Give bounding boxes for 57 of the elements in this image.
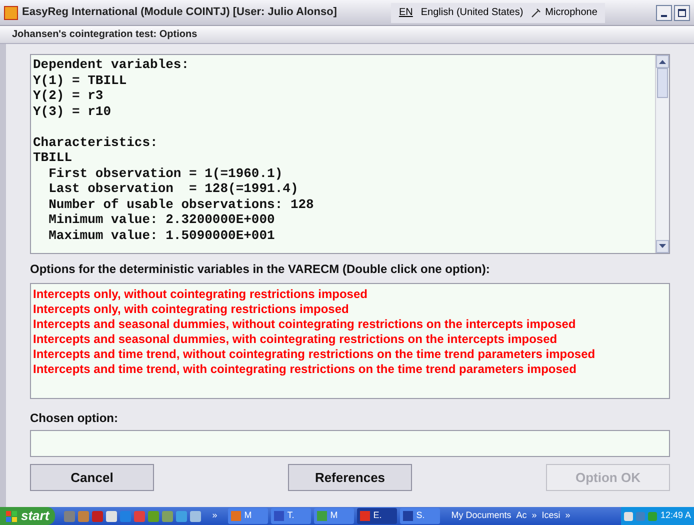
quick-launch-icon[interactable] — [176, 510, 188, 522]
quick-launch-icon[interactable] — [106, 510, 118, 522]
quick-launch-icon[interactable] — [78, 510, 90, 522]
output-line: Dependent variables: — [33, 57, 190, 72]
output-line: Maximum value: 1.5090000E+001 — [48, 228, 276, 243]
output-line: Y(2) = r3 — [33, 88, 104, 104]
taskbar-button[interactable]: T. — [271, 508, 312, 524]
output-line: Characteristics: — [33, 134, 159, 150]
start-button[interactable]: start — [0, 507, 56, 525]
dialog-title: Johansen's cointegration test: Options — [12, 28, 198, 42]
language-name[interactable]: English (United States) — [420, 5, 524, 20]
window-title: EasyReg International (Module COINTJ) [User: Julio Alonso] — [22, 5, 337, 20]
output-line: Y(1) = TBILL — [33, 72, 128, 88]
scroll-down-button[interactable] — [656, 240, 669, 253]
dialog-button[interactable]: References — [288, 464, 412, 491]
output-line: First observation = 1(=1960.1) — [48, 166, 284, 181]
dialog-button[interactable]: Cancel — [30, 464, 154, 491]
microphone-button[interactable]: Microphone — [531, 5, 598, 20]
option-item[interactable]: Intercepts only, with cointegrating restrictions imposed — [33, 302, 667, 317]
chosen-option-field[interactable] — [30, 430, 670, 457]
option-item[interactable]: Intercepts and seasonal dummies, with cointegrating restrictions on the intercepts imposed — [33, 332, 667, 347]
scroll-up-icon[interactable] — [659, 59, 666, 64]
maximize-button[interactable] — [674, 4, 690, 20]
more-chevron[interactable]: » — [212, 509, 218, 523]
microphone-icon — [531, 8, 542, 18]
minimize-button[interactable] — [656, 4, 672, 20]
option-item[interactable]: Intercepts and seasonal dummies, without cointegrating restrictions on the intercepts imposed — [33, 317, 667, 332]
options-label: Options for the deterministic variables in the VARECM (Double click one option): — [30, 261, 491, 278]
quick-launch-icon[interactable] — [190, 510, 202, 522]
toolbar-label[interactable]: Ac — [516, 509, 527, 523]
output-line: Y(3) = r10 — [33, 104, 112, 119]
quick-launch-icon[interactable] — [162, 510, 174, 522]
app-icon — [4, 6, 18, 20]
toolbar-label[interactable]: My Documents — [451, 509, 512, 523]
output-line: Minimum value: 2.3200000E+000 — [48, 212, 276, 228]
toolbar-label[interactable]: » — [532, 509, 537, 523]
language-code[interactable]: EN — [398, 5, 413, 20]
taskbar-button[interactable]: S. — [400, 508, 440, 524]
output-line: Number of usable observations: 128 — [48, 196, 315, 212]
quick-launch-icon[interactable] — [148, 510, 160, 522]
taskbar-button[interactable]: E. — [357, 508, 398, 524]
output-line: Last observation = 128(=1991.4) — [48, 181, 300, 196]
taskbar-button[interactable]: M — [314, 508, 354, 524]
scroll-up-button[interactable] — [656, 55, 669, 68]
option-item[interactable]: Intercepts only, without cointegrating restrictions imposed — [33, 287, 667, 302]
clock: 12:49 A — [660, 509, 691, 522]
toolbar-label[interactable]: Icesi — [542, 509, 560, 523]
option-item[interactable]: Intercepts and time trend, with cointegrating restrictions on the time trend parameters imposed — [33, 362, 667, 377]
option-item[interactable]: Intercepts and time trend, without cointegrating restrictions on the time trend parameters imposed — [33, 347, 667, 362]
chosen-option-label: Chosen option: — [30, 410, 119, 427]
scrollbar[interactable] — [655, 55, 669, 253]
windows-flag-icon — [6, 510, 17, 522]
toolbar-label[interactable]: » — [565, 509, 570, 523]
scroll-down-icon[interactable] — [659, 244, 666, 249]
taskbar-button[interactable]: M — [228, 508, 268, 524]
scrollbar-thumb[interactable] — [657, 68, 668, 98]
output-line: TBILL — [33, 150, 74, 166]
